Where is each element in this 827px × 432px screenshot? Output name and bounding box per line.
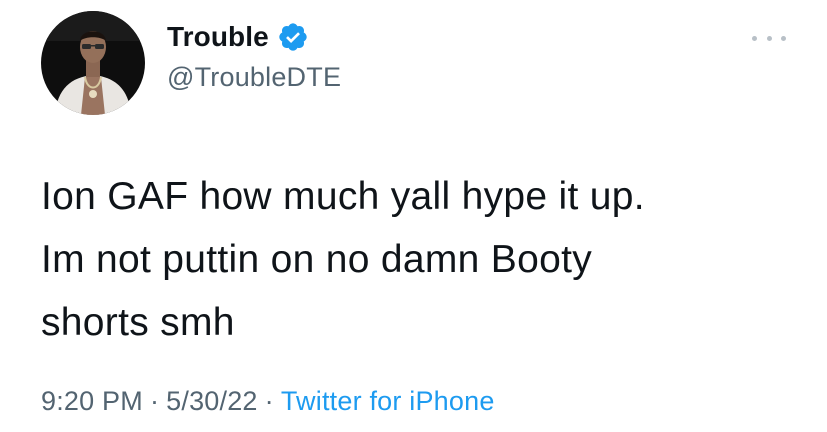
more-options-icon[interactable] <box>752 30 786 46</box>
avatar[interactable] <box>41 11 145 115</box>
tweet-text-line: Ion GAF how much yall hype it up. <box>41 175 645 218</box>
tweet-source-link[interactable]: Twitter for iPhone <box>281 386 495 416</box>
tweet-card: Trouble @TroubleDTE Ion GAF how much yal… <box>0 0 827 432</box>
meta-separator: · <box>264 386 274 416</box>
more-dot <box>766 35 772 41</box>
tweet-text-line: Im not puttin on no damn Booty <box>41 238 593 281</box>
avatar-image <box>41 11 145 115</box>
tweet-meta: 9:20 PM · 5/30/22 · Twitter for iPhone <box>41 386 495 417</box>
tweet-text: Ion GAF how much yall hype it up. Im not… <box>41 165 801 354</box>
handle[interactable]: @TroubleDTE <box>167 62 341 93</box>
verified-badge-icon <box>277 21 309 53</box>
tweet-date[interactable]: 5/30/22 <box>166 386 257 416</box>
author-info: Trouble @TroubleDTE <box>167 20 341 93</box>
more-dot <box>781 35 786 41</box>
display-name[interactable]: Trouble <box>167 21 269 53</box>
meta-separator: · <box>149 386 160 416</box>
tweet-text-line: shorts smh <box>41 301 235 344</box>
more-dot <box>752 35 757 41</box>
display-name-row: Trouble <box>167 20 341 54</box>
tweet-time[interactable]: 9:20 PM <box>41 386 143 416</box>
